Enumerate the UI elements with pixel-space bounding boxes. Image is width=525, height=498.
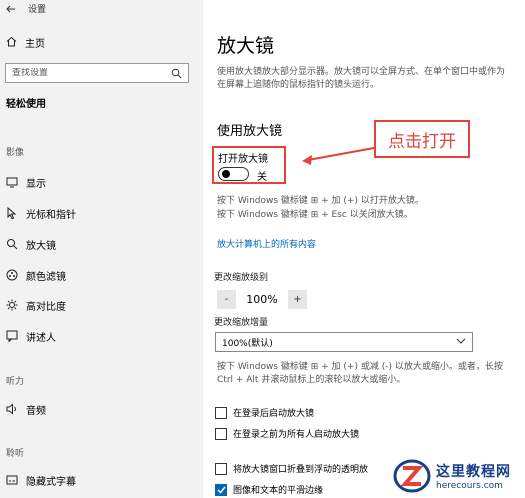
select-value: 100%(默认)	[222, 338, 273, 349]
zoom-value: 100%	[246, 292, 278, 306]
toggle-state: 关	[257, 172, 267, 183]
page-title: 放大镜	[217, 35, 275, 57]
checkbox[interactable]	[215, 462, 227, 475]
magnifier-icon	[6, 238, 18, 250]
search-input[interactable]	[12, 68, 162, 78]
sidebar-item-label: 讲述人	[26, 332, 56, 344]
checkbox-label: 将放大镜窗口折叠到浮动的透明放	[233, 465, 369, 475]
checkmark-icon	[216, 486, 226, 494]
checkbox-row[interactable]: 在登录后启动放大镜	[215, 406, 314, 419]
sidebar-item-magnifier[interactable]: 放大镜	[6, 237, 56, 252]
checkbox-row[interactable]: 在登录之前为所有人启动放大镜	[215, 427, 359, 440]
page-description: 使用放大镜放大部分显示器。放大镜可以全屏方式、在单个窗口中或作为在屏幕上追随你的…	[217, 67, 506, 90]
zoom-minus-button[interactable]: -	[217, 289, 236, 309]
zoom-stepper: - 100% +	[217, 289, 307, 309]
narrator-icon	[6, 330, 18, 342]
checkbox-label: 在登录之前为所有人启动放大镜	[233, 430, 360, 440]
zoom-level-label: 更改缩放级别	[214, 273, 269, 283]
sidebar-item-label: 隐藏式字幕	[26, 476, 76, 488]
sidebar-item-captions[interactable]: 隐藏式字幕	[6, 473, 76, 488]
zoom-increment-label: 更改缩放增量	[214, 318, 269, 328]
contrast-icon	[6, 299, 18, 311]
search-icon[interactable]	[171, 64, 182, 83]
checkbox[interactable]	[215, 406, 227, 419]
section-label-hearing: 听力	[6, 377, 25, 387]
checkbox-row[interactable]: 图像和文本的平滑边缘	[215, 483, 323, 496]
section-title: 使用放大镜	[217, 124, 283, 139]
sidebar-item-label: 音频	[26, 405, 46, 417]
hint-close: 按下 Windows 徽标键 ⊞ + Esc 以关闭放大镜。	[217, 210, 413, 220]
checkbox-label: 在登录后启动放大镜	[233, 409, 315, 419]
sidebar-item-audio[interactable]: 音频	[6, 402, 46, 417]
home-label: 主页	[25, 39, 45, 50]
watermark-text: 这里教程网 herecours.com	[436, 461, 511, 491]
toggle-highlight-box: 打开放大镜 关	[212, 146, 286, 184]
checkbox-row[interactable]: 将放大镜窗口折叠到浮动的透明放	[215, 462, 368, 475]
toggle-label: 打开放大镜	[218, 154, 268, 165]
section-label-vision: 影像	[6, 148, 25, 158]
sidebar-item-cursor[interactable]: 光标和指针	[6, 206, 76, 221]
cursor-icon	[6, 207, 18, 219]
checkbox[interactable]	[215, 427, 227, 440]
speaker-icon	[6, 403, 18, 415]
sidebar-item-label: 颜色滤镜	[26, 271, 66, 283]
color-filter-icon	[6, 269, 18, 281]
sidebar: 设置 主页 轻松使用 影像 显示 光标和指针 放大镜	[0, 0, 203, 498]
sidebar-item-narrator[interactable]: 讲述人	[6, 329, 56, 344]
watermark: 这里教程网 herecours.com	[392, 453, 525, 498]
category-title: 轻松使用	[6, 99, 46, 110]
sidebar-item-label: 放大镜	[26, 240, 56, 252]
captions-icon	[6, 474, 18, 486]
sidebar-item-home[interactable]: 主页	[6, 35, 45, 50]
main-content: 放大镜 使用放大镜放大部分显示器。放大镜可以全屏方式、在单个窗口中或作为在屏幕上…	[203, 0, 525, 498]
zoom-hint: 按下 Windows 徽标键 ⊞ + 加 (+) 或减 (-) 以放大或缩小。或…	[217, 362, 503, 385]
sidebar-item-label: 高对比度	[26, 301, 66, 313]
checkbox-checked[interactable]	[215, 483, 227, 496]
zoom-increment-select[interactable]: 100%(默认)	[215, 332, 473, 352]
app-title: 设置	[28, 4, 47, 15]
search-box[interactable]	[5, 63, 189, 83]
title-bar: 设置	[6, 1, 46, 15]
back-arrow-icon[interactable]	[6, 0, 16, 18]
checkbox-label: 图像和文本的平滑边缘	[233, 486, 324, 496]
sidebar-item-display[interactable]: 显示	[6, 175, 46, 190]
hint-open: 按下 Windows 徽标键 ⊞ + 加 (+) 以打开放大镜。	[217, 196, 424, 206]
annotation-callout: 点击打开	[374, 120, 470, 158]
watermark-name: 这里教程网	[436, 463, 511, 480]
magnifier-toggle[interactable]	[218, 167, 249, 181]
toggle-knob	[222, 170, 230, 178]
watermark-logo	[393, 459, 431, 492]
annotation-arrow-icon	[302, 147, 375, 165]
section-label-interaction: 聆听	[6, 449, 25, 459]
chevron-down-icon	[456, 337, 466, 347]
zoom-everything-link[interactable]: 放大计算机上的所有内容	[217, 237, 316, 250]
sidebar-item-color-filter[interactable]: 颜色滤镜	[6, 268, 66, 283]
watermark-url: herecours.com	[436, 480, 503, 491]
sidebar-item-label: 光标和指针	[26, 209, 76, 221]
home-icon	[6, 36, 17, 50]
monitor-icon	[6, 176, 18, 188]
sidebar-item-high-contrast[interactable]: 高对比度	[6, 298, 66, 313]
sidebar-item-label: 显示	[26, 178, 46, 190]
zoom-plus-button[interactable]: +	[288, 289, 307, 309]
